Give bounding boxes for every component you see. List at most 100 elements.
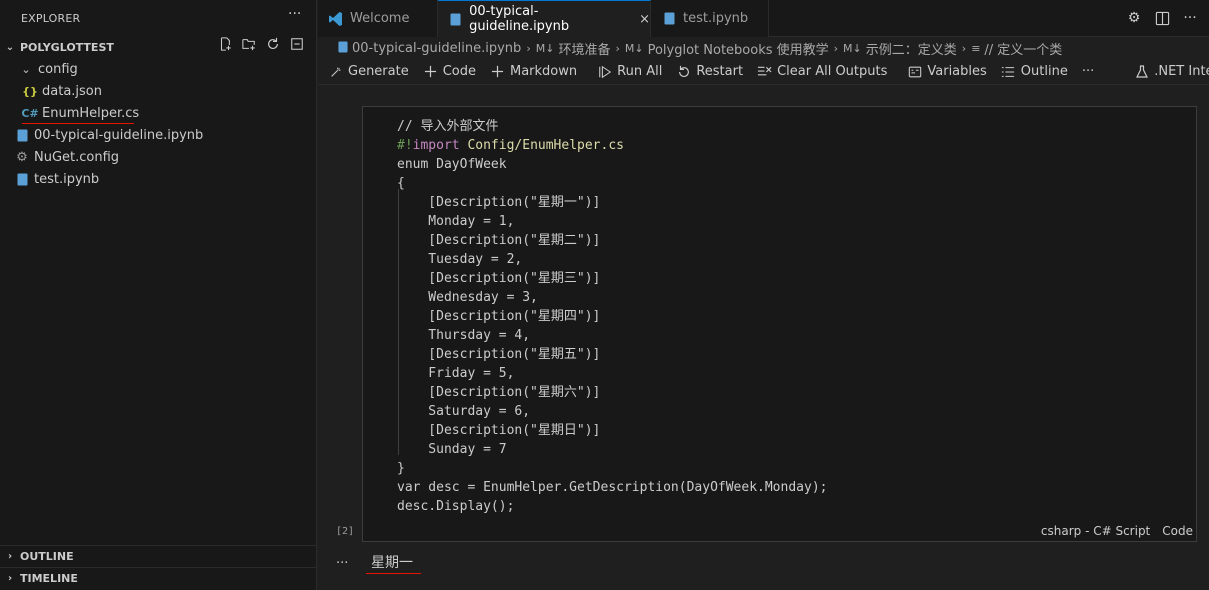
markdown-icon: M↓ — [843, 41, 862, 55]
gear-icon: ⚙ — [16, 149, 28, 165]
markdown-icon: M↓ — [535, 41, 555, 55]
code-line: [Description("星期三")] — [397, 271, 601, 286]
tree-item-label: test.ipynb — [34, 171, 100, 187]
clear-all-outputs-button[interactable]: Clear All Outputs — [757, 64, 887, 79]
notebook-icon — [338, 41, 348, 56]
explorer-more-button[interactable]: ··· — [288, 6, 301, 26]
code-line: // 导入外部文件 — [397, 119, 499, 134]
tab-welcome[interactable]: Welcome — [318, 0, 438, 37]
chevron-right-icon: › — [7, 551, 13, 562]
kernel-picker[interactable]: .NET Interactive — [1134, 64, 1209, 79]
tab-label: 00-typical-guideline.ipynb — [469, 4, 570, 34]
chevron-right-icon: › — [961, 41, 967, 55]
add-code-button[interactable]: Code — [423, 64, 476, 79]
breadcrumb-item[interactable]: 00-typical-guideline.ipynb — [352, 41, 521, 56]
list-icon: ≡ — [971, 41, 981, 55]
vscode-icon — [328, 11, 344, 27]
chevron-right-icon: › — [833, 41, 839, 55]
chevron-down-icon: ⌄ — [5, 41, 15, 53]
notebook-icon — [448, 11, 463, 27]
variables-icon — [907, 64, 922, 79]
cell-type[interactable]: Code — [1162, 524, 1193, 538]
collapse-all-icon[interactable] — [289, 36, 305, 52]
sparkle-icon — [328, 64, 343, 79]
code-line: [Description("星期五")] — [397, 347, 601, 362]
tree-file-enumhelper[interactable]: C# EnumHelper.cs — [21, 102, 139, 124]
code-line: Thursday = 4, — [397, 328, 531, 343]
add-markdown-button[interactable]: Markdown — [490, 64, 577, 79]
explorer-title: EXPLORER — [21, 12, 81, 25]
run-all-icon — [597, 64, 612, 79]
tab-typical-guideline[interactable]: 00-typical-guideline.ipynb × — [438, 0, 651, 37]
code-line: Wednesday = 3, — [397, 290, 538, 305]
tree-item-label: config — [38, 61, 78, 77]
code-line: Tuesday = 2, — [397, 252, 523, 267]
list-icon — [1001, 64, 1016, 79]
chevron-right-icon: › — [7, 573, 13, 584]
more-actions-icon[interactable]: ··· — [1181, 9, 1199, 27]
restart-icon — [676, 64, 691, 79]
markdown-label: Markdown — [510, 64, 578, 79]
outline-button[interactable]: Outline — [1001, 64, 1068, 79]
outline-section[interactable]: › OUTLINE — [0, 545, 317, 567]
code-editor[interactable]: // 导入外部文件 #!import Config/EnumHelper.cs en… — [397, 117, 827, 516]
breadcrumb-item[interactable]: 示例二：定义类 — [866, 39, 957, 58]
code-line: Sunday = 7 — [397, 442, 507, 457]
tree-file-data-json[interactable]: {} data.json — [22, 80, 102, 102]
notebook-icon — [14, 173, 30, 186]
code-line: Monday = 1, — [397, 214, 515, 229]
breadcrumb-item[interactable]: 环境准备 — [558, 39, 610, 58]
code-line: [Description("星期一")] — [397, 195, 601, 210]
toolbar-more-button[interactable]: ··· — [1082, 64, 1094, 79]
new-file-icon[interactable] — [217, 36, 233, 52]
tab-test[interactable]: test.ipynb — [651, 0, 769, 37]
plus-icon — [423, 64, 438, 79]
code-cell[interactable]: // 导入外部文件 #!import Config/EnumHelper.cs en… — [362, 106, 1197, 542]
timeline-section[interactable]: › TIMELINE — [0, 567, 317, 589]
markdown-icon: M↓ — [624, 41, 644, 55]
new-folder-icon[interactable] — [241, 36, 257, 52]
code-line: } — [397, 461, 405, 476]
close-icon[interactable]: × — [639, 12, 650, 27]
notebook-icon — [661, 11, 677, 27]
chevron-down-icon: ⌄ — [21, 62, 31, 76]
tree-folder-config[interactable]: ⌄ config — [18, 58, 78, 80]
kernel-label: .NET Interactive — [1154, 64, 1209, 79]
run-all-button[interactable]: Run All — [597, 64, 662, 79]
chevron-right-icon: › — [615, 41, 620, 55]
code-line: Friday = 5, — [397, 366, 515, 381]
code-line: { — [397, 176, 405, 191]
code-line: [Description("星期二")] — [397, 233, 601, 248]
csharp-icon: C# — [21, 106, 39, 120]
tab-label: Welcome — [350, 11, 410, 26]
cell-language[interactable]: csharp - C# Script — [1041, 524, 1150, 538]
code-line: [Description("星期四")] — [397, 309, 601, 324]
cell-status-bar: csharp - C# Script Code — [1041, 524, 1193, 538]
code-line-directive: #!import Config/EnumHelper.cs — [397, 138, 624, 153]
execution-count: [2] — [336, 526, 355, 537]
tree-item-label: NuGet.config — [34, 149, 120, 165]
code-line: Saturday = 6, — [397, 404, 531, 419]
notebook-icon — [14, 129, 30, 142]
restart-button[interactable]: Restart — [676, 64, 743, 79]
code-line: [Description("星期六")] — [397, 385, 601, 400]
breadcrumb-item[interactable]: Polyglot Notebooks 使用教学 — [648, 39, 829, 58]
split-editor-icon[interactable] — [1153, 9, 1171, 27]
project-header[interactable]: ⌄ POLYGLOTTEST — [0, 36, 317, 58]
notebook-toolbar: Generate Code Markdown Run All Restart C… — [318, 59, 1209, 85]
code-line: desc.Display(); — [397, 499, 515, 514]
tab-label: test.ipynb — [683, 11, 749, 26]
tree-file-test[interactable]: test.ipynb — [14, 168, 99, 190]
gear-icon[interactable]: ⚙ — [1125, 9, 1143, 27]
clear-all-label: Clear All Outputs — [777, 64, 888, 79]
tree-file-typical-guideline[interactable]: 00-typical-guideline.ipynb — [14, 124, 203, 146]
output-more-button[interactable]: ··· — [336, 556, 348, 571]
variables-button[interactable]: Variables — [907, 64, 987, 79]
generate-button[interactable]: Generate — [328, 64, 409, 79]
clear-all-icon — [757, 64, 772, 79]
tab-bar: Welcome 00-typical-guideline.ipynb × tes… — [318, 0, 1209, 37]
tree-file-nuget-config[interactable]: ⚙ NuGet.config — [14, 146, 119, 168]
editor-actions: ⚙ ··· — [1125, 9, 1199, 27]
refresh-icon[interactable] — [265, 36, 281, 52]
breadcrumb-item[interactable]: // 定义一个类 — [984, 39, 1062, 58]
